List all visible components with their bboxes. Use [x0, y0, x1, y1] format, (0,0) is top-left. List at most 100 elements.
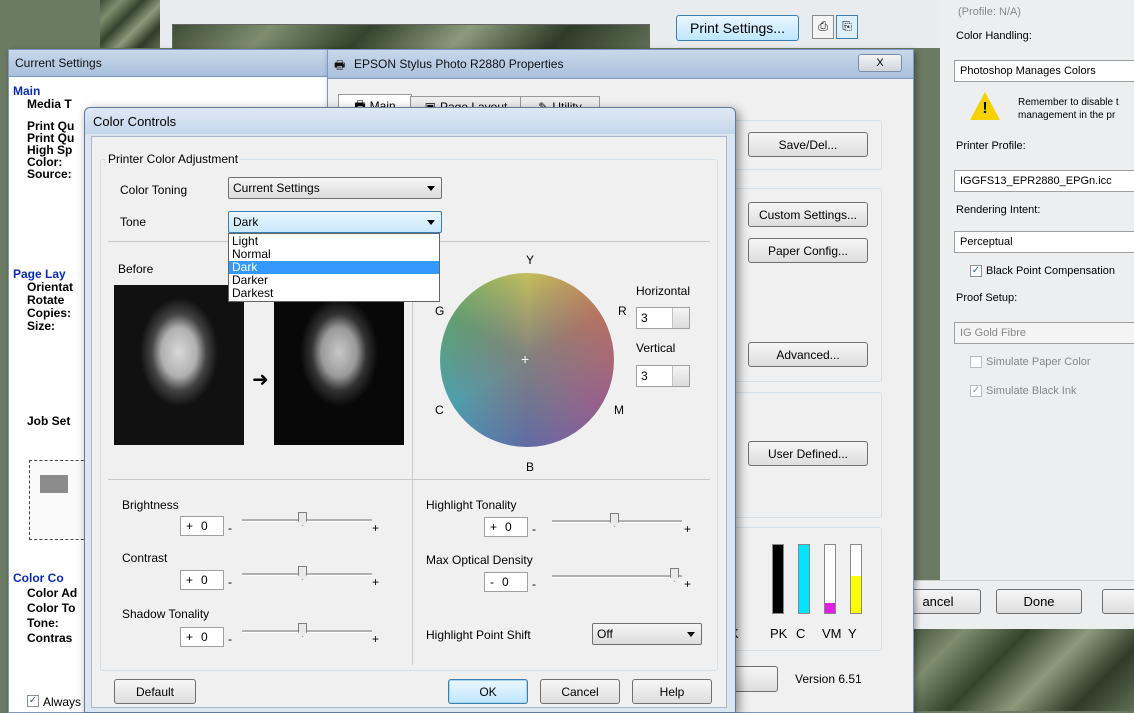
- max-optical-density-minus: -: [532, 577, 536, 591]
- simulate-paper-color-checkbox[interactable]: [970, 356, 982, 368]
- highlight-tonality-value: 0: [505, 520, 512, 534]
- thumbnail-photo-icon: [40, 475, 68, 493]
- arrow-right-icon: ➜: [252, 369, 269, 391]
- proof-setup-select[interactable]: IG Gold Fibre: [954, 322, 1134, 344]
- tone-select[interactable]: Dark: [228, 211, 442, 233]
- bottom-divider: [108, 479, 710, 480]
- setting-row: Media T: [27, 97, 72, 111]
- highlight-tonality-sign: +: [490, 520, 498, 534]
- advanced-button[interactable]: Advanced...: [748, 342, 868, 367]
- chevron-down-icon: [427, 186, 435, 191]
- setting-row: Tone:: [27, 616, 59, 630]
- setting-row: Color Ad: [27, 586, 78, 600]
- setting-row: Size:: [27, 319, 56, 333]
- color-wheel[interactable]: +: [440, 273, 614, 447]
- contrast-value: 0: [201, 573, 208, 587]
- proof-setup-label: Proof Setup:: [956, 292, 1018, 304]
- ink-level-fill: [773, 545, 783, 613]
- help-button[interactable]: Help: [632, 679, 712, 704]
- spin-updown-icon[interactable]: [672, 308, 689, 328]
- wheel-label-r: R: [618, 304, 627, 318]
- brightness-plus: +: [372, 521, 380, 535]
- main-settings-list: Media T Print Qu Print Qu High Sp Color: Sour…: [27, 98, 74, 180]
- printer-profile-label: Printer Profile:: [956, 140, 1026, 152]
- highlight-tonality-minus: -: [532, 522, 536, 536]
- spin-updown-icon[interactable]: [672, 366, 689, 386]
- vertical-spinner[interactable]: 3: [636, 365, 690, 387]
- paper-config-button[interactable]: Paper Config...: [748, 238, 868, 263]
- shadow-tonality-label: Shadow Tonality: [122, 607, 210, 621]
- horizontal-spinner[interactable]: 3: [636, 307, 690, 329]
- photoshop-done-button[interactable]: Done: [996, 589, 1082, 614]
- tone-dropdown-list: Light Normal Dark Darker Darkest: [228, 233, 440, 302]
- highlight-point-shift-value: Off: [597, 627, 613, 641]
- epson-titlebar: 🖶 EPSON Stylus Photo R2880 Properties: [328, 50, 913, 79]
- black-point-compensation-label: Black Point Compensation: [986, 265, 1116, 277]
- default-button[interactable]: Default: [114, 679, 196, 704]
- rendering-intent-select[interactable]: Perceptual: [954, 231, 1134, 253]
- tone-option-darkest[interactable]: Darkest: [229, 287, 439, 300]
- always-checkbox[interactable]: ✓: [27, 695, 39, 707]
- current-settings-titlebar: Current Settings: [9, 50, 339, 77]
- max-optical-density-plus: +: [684, 577, 692, 591]
- ok-button[interactable]: OK: [448, 679, 528, 704]
- color-toning-label: Color Toning: [120, 183, 188, 197]
- max-optical-density-track: [552, 575, 682, 578]
- shadow-tonality-sign: +: [186, 630, 194, 644]
- save-del-button[interactable]: Save/Del...: [748, 132, 868, 157]
- orientation-portrait-icon[interactable]: ⎙: [812, 15, 834, 39]
- horizontal-value: 3: [641, 311, 648, 325]
- print-settings-button[interactable]: Print Settings...: [676, 15, 799, 41]
- epson-title: EPSON Stylus Photo R2880 Properties: [354, 57, 564, 71]
- brightness-value: 0: [201, 519, 208, 533]
- ink-level-bar-y: [850, 544, 862, 614]
- simulate-black-ink-checkbox[interactable]: ✓: [970, 385, 982, 397]
- wheel-label-g: G: [435, 304, 445, 318]
- wheel-center-marker: +: [521, 351, 530, 367]
- contrast-value-box[interactable]: +0: [180, 570, 224, 590]
- highlight-point-shift-label: Highlight Point Shift: [426, 628, 531, 642]
- page-layout-heading: Page Lay: [13, 267, 66, 281]
- simulate-black-ink-label: Simulate Black Ink: [986, 385, 1077, 397]
- printer-profile-select[interactable]: IGGFS13_EPR2880_EPGn.icc: [954, 170, 1134, 192]
- profile-na-text: (Profile: N/A): [958, 6, 1021, 18]
- page-layout-settings-list: Orientat Rotate Copies: Size:: [27, 281, 73, 333]
- highlight-tonality-plus: +: [684, 522, 692, 536]
- tone-option-normal[interactable]: Normal: [229, 248, 439, 261]
- brightness-sign: +: [186, 519, 194, 533]
- highlight-tonality-label: Highlight Tonality: [426, 498, 517, 512]
- photoshop-color-management-panel: (Profile: N/A) Color Handling: Photoshop…: [940, 0, 1134, 628]
- contrast-plus: +: [372, 575, 380, 589]
- ink-level-fill: [851, 575, 861, 613]
- color-handling-select[interactable]: Photoshop Manages Colors: [954, 60, 1134, 82]
- ink-level-fill: [799, 545, 809, 613]
- shadow-tonality-value-box[interactable]: +0: [180, 627, 224, 647]
- color-toning-select[interactable]: Current Settings: [228, 177, 442, 199]
- before-label: Before: [118, 262, 154, 276]
- ink-level-bar-pk: [772, 544, 784, 614]
- max-optical-density-value-box[interactable]: -0: [484, 572, 528, 592]
- color-controls-title: Color Controls: [93, 113, 177, 129]
- highlight-point-shift-select[interactable]: Off: [592, 623, 702, 645]
- setting-row: Contras: [27, 631, 73, 645]
- epson-close-button[interactable]: X: [858, 54, 902, 72]
- user-defined-button[interactable]: User Defined...: [748, 441, 868, 466]
- color-controls-client: Printer Color Adjustment Color Toning Cu…: [91, 136, 727, 708]
- ink-level-bar-vm: [824, 544, 836, 614]
- brightness-value-box[interactable]: +0: [180, 516, 224, 536]
- black-point-compensation-checkbox[interactable]: ✓: [970, 265, 982, 277]
- custom-settings-button[interactable]: Custom Settings...: [748, 202, 868, 227]
- rendering-intent-label: Rendering Intent:: [956, 204, 1041, 216]
- driver-version: Version 6.51: [795, 672, 862, 686]
- wheel-label-y: Y: [526, 253, 535, 267]
- cancel-button[interactable]: Cancel: [540, 679, 620, 704]
- color-controls-dialog: Color Controls Printer Color Adjustment …: [84, 107, 736, 713]
- highlight-tonality-value-box[interactable]: +0: [484, 517, 528, 537]
- ink-label-y: Y: [848, 626, 857, 641]
- contrast-sign: +: [186, 573, 194, 587]
- contrast-minus: -: [228, 575, 232, 589]
- current-settings-title: Current Settings: [15, 56, 102, 70]
- job-page-thumbnail: [29, 460, 89, 540]
- photoshop-extra-button[interactable]: [1102, 589, 1134, 614]
- orientation-landscape-icon[interactable]: ⎘: [836, 15, 858, 39]
